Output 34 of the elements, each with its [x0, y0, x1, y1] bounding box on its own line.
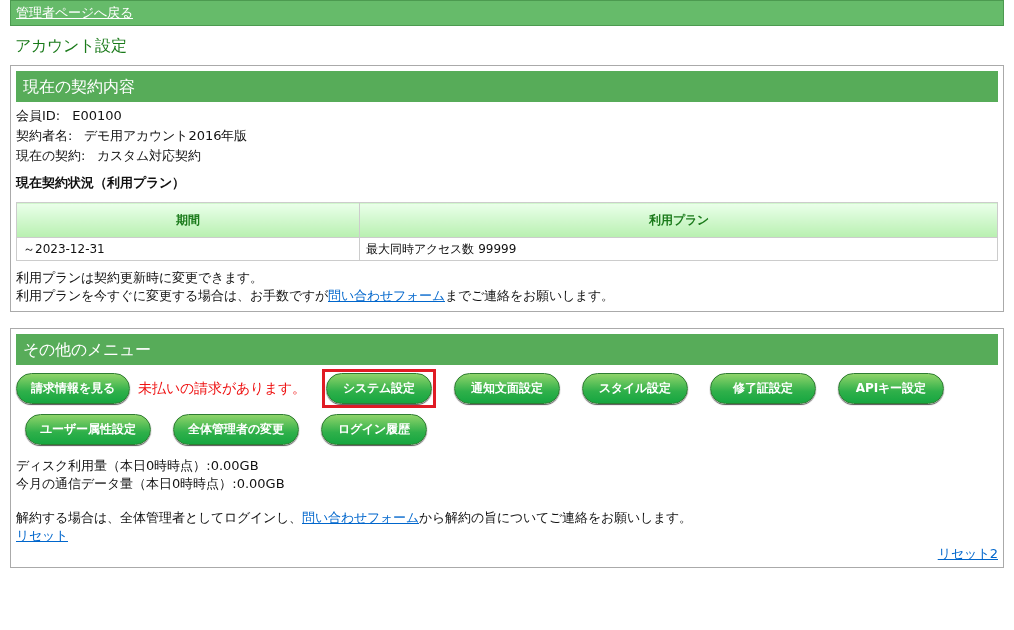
usage-text: 今月の通信データ量（本日0時時点）:0.00GB: [16, 475, 286, 493]
column-header: 期間: [16, 202, 360, 238]
field-label: 会員ID:: [16, 108, 61, 123]
reset-link[interactable]: リセット: [16, 528, 68, 543]
unpaid-notice: 未払いの請求があります。: [138, 379, 306, 398]
status-heading: 現在契約状況（利用プラン）: [16, 174, 186, 192]
menu-button[interactable]: 修了証設定: [710, 373, 816, 404]
menu-button[interactable]: 請求情報を見る: [16, 373, 130, 404]
contact-form-link[interactable]: 問い合わせフォーム: [328, 288, 445, 303]
menu-button[interactable]: ユーザー属性設定: [25, 414, 151, 445]
menu-button[interactable]: 全体管理者の変更: [173, 414, 299, 445]
back-to-admin-link[interactable]: 管理者ページへ戻る: [16, 4, 133, 22]
page-title: アカウント設定: [15, 36, 128, 57]
table-cell: ～2023-12-31: [16, 237, 360, 261]
menu-button[interactable]: APIキー設定: [838, 373, 944, 404]
column-header: 利用プラン: [359, 202, 998, 238]
reset2-link[interactable]: リセット2: [937, 546, 998, 561]
menu-button[interactable]: ログイン履歴: [321, 414, 427, 445]
plan-change-note: 利用プランを今すぐに変更する場合は、お手数ですが問い合わせフォーム までご連絡をお願いします。: [16, 287, 615, 305]
field-value: E00100: [72, 108, 122, 123]
section-heading: その他のメニュー: [16, 334, 998, 365]
field-label: 現在の契約:: [16, 148, 86, 163]
section-heading: 現在の契約内容: [16, 71, 998, 102]
field-value: デモ用アカウント2016年版: [84, 128, 248, 143]
field-label: 契約者名:: [16, 128, 73, 143]
table-cell: 最大同時アクセス数 99999: [359, 237, 998, 261]
menu-button[interactable]: スタイル設定: [582, 373, 688, 404]
plan-note: 利用プランは契約更新時に変更できます。: [16, 269, 264, 287]
menu-button[interactable]: 通知文面設定: [454, 373, 560, 404]
menu-button[interactable]: システム設定: [326, 373, 432, 404]
usage-text: ディスク利用量（本日0時時点）:0.00GB: [16, 457, 260, 475]
field-value: カスタム対応契約: [97, 148, 202, 163]
cancel-note: 解約する場合は、全体管理者としてログインし、問い合わせフォームから解約の旨についてご連絡をお願いします。: [16, 509, 693, 527]
contact-form-link[interactable]: 問い合わせフォーム: [302, 510, 419, 525]
